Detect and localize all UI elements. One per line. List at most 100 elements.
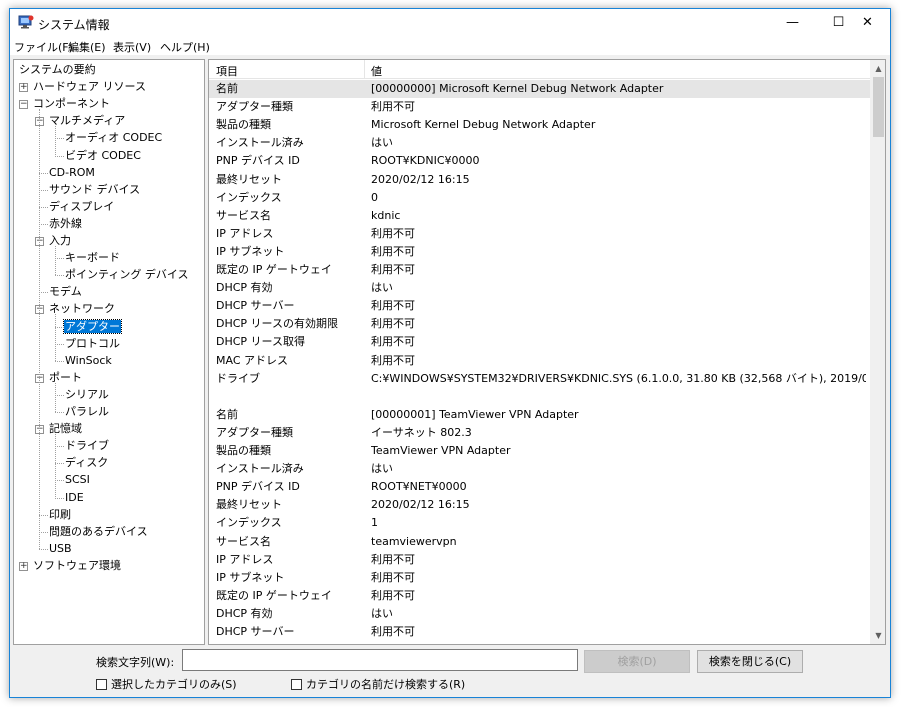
- collapse-icon[interactable]: −: [19, 100, 28, 110]
- table-row[interactable]: 既定の IP ゲートウェイ 利用不可: [209, 261, 870, 279]
- tree-item[interactable]: ディスク: [64, 455, 109, 471]
- tree-item[interactable]: ソフトウェア環境: [32, 558, 122, 574]
- tree-item[interactable]: システムの要約: [18, 62, 97, 78]
- column-divider[interactable]: [364, 60, 365, 79]
- selected-category-only-checkbox[interactable]: [96, 679, 107, 690]
- tree-item[interactable]: コンポーネント: [32, 96, 111, 112]
- tree-item[interactable]: シリアル: [64, 387, 110, 403]
- tree-item-label: 問題のあるデバイス: [49, 524, 148, 538]
- tree-item[interactable]: 印刷: [48, 507, 72, 523]
- table-row[interactable]: IP アドレス 利用不可: [209, 225, 870, 243]
- table-row[interactable]: 名前 [00000001] TeamViewer VPN Adapter: [209, 406, 870, 424]
- tree-item[interactable]: ポインティング デバイス: [64, 267, 190, 283]
- table-row[interactable]: DHCP サーバー 利用不可: [209, 623, 870, 641]
- expand-icon[interactable]: +: [19, 83, 28, 93]
- minimize-button[interactable]: —: [770, 9, 815, 37]
- column-header-item[interactable]: 項目: [216, 63, 238, 79]
- column-header-value[interactable]: 値: [371, 63, 382, 79]
- tree-connector: [39, 548, 48, 550]
- category-tree[interactable]: システムの要約 ハードウェア リソース + コンポーネント − マルチメディア − オーディオ…: [13, 59, 205, 645]
- tree-item[interactable]: WinSock: [64, 353, 113, 369]
- tree-item[interactable]: 入力: [48, 233, 72, 249]
- scroll-thumb[interactable]: [873, 77, 884, 137]
- table-row[interactable]: 名前 [00000000] Microsoft Kernel Debug Netw…: [209, 80, 870, 98]
- tree-connector: [39, 189, 48, 191]
- table-row[interactable]: IP アドレス 利用不可: [209, 551, 870, 569]
- tree-item[interactable]: ビデオ CODEC: [64, 148, 142, 164]
- table-row[interactable]: IP サブネット 利用不可: [209, 569, 870, 587]
- menu-help[interactable]: ヘルプ(H): [160, 39, 210, 55]
- tree-item[interactable]: アダプター: [63, 318, 122, 335]
- table-row[interactable]: DHCP 有効 はい: [209, 605, 870, 623]
- tree-item[interactable]: プロトコル: [64, 336, 121, 352]
- cell-value: 0: [371, 190, 378, 204]
- table-row[interactable]: 製品の種類 TeamViewer VPN Adapter: [209, 442, 870, 460]
- table-row[interactable]: サービス名 kdnic: [209, 207, 870, 225]
- tree-item[interactable]: パラレル: [64, 404, 110, 420]
- tree-item[interactable]: ポート: [48, 370, 83, 386]
- table-row[interactable]: MAC アドレス 利用不可: [209, 352, 870, 370]
- tree-item[interactable]: ディスプレイ: [48, 199, 115, 215]
- menu-view[interactable]: 表示(V): [113, 39, 151, 55]
- table-row[interactable]: 最終リセット 2020/02/12 16:15: [209, 171, 870, 189]
- table-row[interactable]: DHCP リースの有効期限 利用不可: [209, 315, 870, 333]
- vertical-scrollbar[interactable]: ▲ ▼: [870, 60, 885, 644]
- scroll-up-icon[interactable]: ▲: [870, 60, 885, 77]
- tree-connector: [39, 109, 40, 549]
- tree-item[interactable]: IDE: [64, 490, 85, 506]
- category-names-only-checkbox[interactable]: [291, 679, 302, 690]
- tree-item[interactable]: 問題のあるデバイス: [48, 524, 149, 540]
- tree-connector: [39, 223, 48, 225]
- table-row[interactable]: ドライブ C:¥WINDOWS¥SYSTEM32¥DRIVERS¥KDNIC.SY…: [209, 370, 870, 388]
- tree-item[interactable]: ネットワーク: [48, 301, 116, 317]
- tree-item[interactable]: USB: [48, 541, 73, 557]
- category-names-only-label: カテゴリの名前だけ検索する(R): [306, 678, 466, 691]
- search-input[interactable]: [182, 649, 578, 671]
- table-row[interactable]: インデックス 0: [209, 189, 870, 207]
- table-row[interactable]: サービス名 teamviewervpn: [209, 533, 870, 551]
- scroll-down-icon[interactable]: ▼: [870, 627, 885, 644]
- table-row[interactable]: 最終リセット 2020/02/12 16:15: [209, 496, 870, 514]
- table-row[interactable]: アダプター種類 イーサネット 802.3: [209, 424, 870, 442]
- close-window-button[interactable]: ✕: [845, 9, 890, 37]
- cell-item: 最終リセット: [216, 172, 282, 186]
- tree-connector: [39, 172, 48, 174]
- tree-item[interactable]: オーディオ CODEC: [64, 130, 163, 146]
- tree-item[interactable]: 赤外線: [48, 216, 83, 232]
- expand-icon[interactable]: +: [19, 561, 28, 571]
- cell-item: 既定の IP ゲートウェイ: [216, 263, 332, 276]
- table-row[interactable]: DHCP リース取得 利用不可: [209, 333, 870, 351]
- table-row[interactable]: DHCP 有効 はい: [209, 279, 870, 297]
- tree-item[interactable]: モデム: [48, 284, 83, 300]
- tree-item[interactable]: ハードウェア リソース: [32, 79, 147, 95]
- tree-item[interactable]: 記憶域: [48, 421, 83, 437]
- table-row[interactable]: インストール済み はい: [209, 460, 870, 478]
- cell-item: アダプター種類: [216, 100, 293, 114]
- search-button[interactable]: 検索(D): [584, 650, 690, 673]
- menu-edit[interactable]: 編集(E): [68, 39, 106, 55]
- tree-item[interactable]: マルチメディア: [48, 113, 126, 129]
- tree-item[interactable]: CD-ROM: [48, 165, 96, 181]
- table-row[interactable]: PNP デバイス ID ROOT¥KDNIC¥0000: [209, 152, 870, 170]
- table-row[interactable]: PNP デバイス ID ROOT¥NET¥0000: [209, 478, 870, 496]
- table-row[interactable]: インストール済み はい: [209, 134, 870, 152]
- title-bar[interactable]: システム情報 — ☐ ✕: [10, 9, 890, 37]
- table-row[interactable]: インデックス 1: [209, 514, 870, 532]
- cell-item: サービス名: [216, 208, 271, 222]
- table-row[interactable]: アダプター種類 利用不可: [209, 98, 870, 116]
- table-row[interactable]: 既定の IP ゲートウェイ 利用不可: [209, 587, 870, 605]
- tree-item[interactable]: SCSI: [64, 472, 91, 488]
- cell-item: DHCP サーバー: [216, 625, 295, 638]
- tree-item[interactable]: キーボード: [64, 250, 121, 266]
- table-row[interactable]: [209, 388, 870, 406]
- details-list[interactable]: 項目 値 名前 [00000000] Microsoft Kernel Debug…: [208, 59, 886, 645]
- table-row[interactable]: IP サブネット 利用不可: [209, 243, 870, 261]
- menu-file[interactable]: ファイル(F): [14, 39, 73, 55]
- tree-item[interactable]: サウンド デバイス: [48, 182, 141, 198]
- table-row[interactable]: DHCP サーバー 利用不可: [209, 297, 870, 315]
- table-row[interactable]: 製品の種類 Microsoft Kernel Debug Network Adap…: [209, 116, 870, 134]
- tree-item[interactable]: ドライブ: [64, 438, 110, 454]
- cell-value: 1: [371, 516, 378, 530]
- tree-item-label: ソフトウェア環境: [33, 558, 121, 572]
- close-search-button[interactable]: 検索を閉じる(C): [697, 650, 803, 673]
